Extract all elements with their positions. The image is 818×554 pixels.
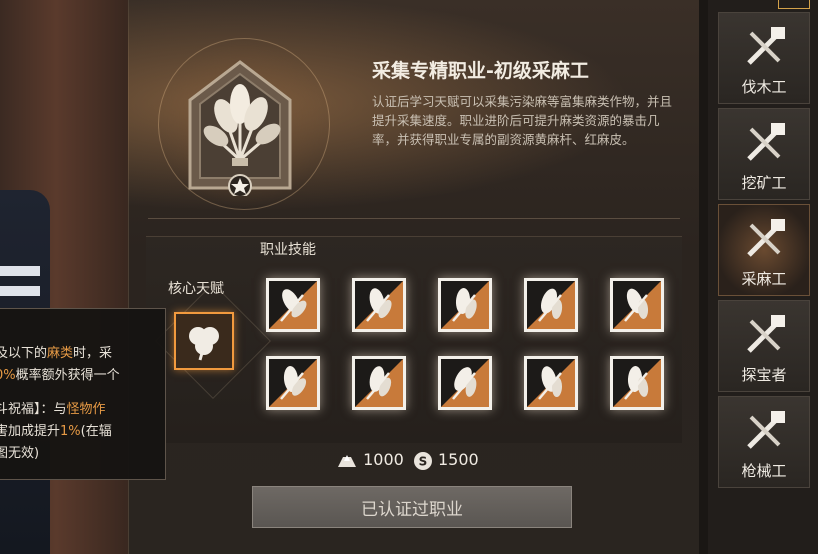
talent-tooltip: 及以下的麻类时，采 0%概率额外获得一个 斗祝福】：与怪物作 害加成提升1%(在… xyxy=(0,308,166,480)
hemp-leaf-up-icon xyxy=(441,281,489,329)
sidebar-item-3[interactable]: 采麻工 xyxy=(718,204,810,296)
sidebar-item-label: 采麻工 xyxy=(741,270,787,288)
jacket-stripe xyxy=(0,286,40,296)
hemp-sickle-icon xyxy=(269,281,317,329)
skill-tile[interactable] xyxy=(610,278,664,332)
skill-tile[interactable] xyxy=(352,278,406,332)
flower-up-icon xyxy=(527,281,575,329)
skill-tile[interactable] xyxy=(266,356,320,410)
tooltip-line: 0%概率额外获得一个 xyxy=(0,368,120,383)
skill-tile[interactable] xyxy=(610,356,664,410)
skill-tile[interactable] xyxy=(266,278,320,332)
certification-cost: 1000 S 1500 xyxy=(336,450,479,471)
sidebar-item-label: 伐木工 xyxy=(741,78,787,96)
cost-amount-b: 1500 xyxy=(438,450,479,469)
hand-reed-icon xyxy=(613,281,661,329)
sidebar-item-4[interactable]: 探宝者 xyxy=(718,300,810,392)
ingot-icon xyxy=(338,454,356,467)
sidebar-item-label: 挖矿工 xyxy=(741,174,787,192)
sidebar-item-label: 枪械工 xyxy=(741,462,787,480)
certified-button[interactable]: 已认证过职业 xyxy=(252,486,572,528)
crossed-sickle-icon xyxy=(355,359,403,407)
jacket-stripe xyxy=(0,266,40,276)
core-talent-slot[interactable] xyxy=(174,312,234,370)
sidebar-item-label: 探宝者 xyxy=(741,366,787,384)
cost-amount-a: 1000 xyxy=(363,450,404,469)
hemp-profession-emblem-icon xyxy=(186,60,294,198)
skill-tile[interactable] xyxy=(438,278,492,332)
hand-leaf-icon xyxy=(269,359,317,407)
tooltip-line: 图无效) xyxy=(0,446,40,461)
hemp-bundle-icon xyxy=(747,219,785,257)
wrench-gun-icon xyxy=(747,411,785,449)
silver-coin-icon: S xyxy=(413,451,432,470)
tooltip-line: 害加成提升1%(在辐 xyxy=(0,424,112,439)
sidebar-top-tag xyxy=(778,0,810,9)
hemp-leaf-burst-icon xyxy=(441,359,489,407)
sidebar-item-2[interactable]: 挖矿工 xyxy=(718,108,810,200)
sidebar-item-1[interactable]: 伐木工 xyxy=(718,12,810,104)
skills-heading: 职业技能 xyxy=(260,242,316,258)
magnifier-scanner-icon xyxy=(747,315,785,353)
profession-title: 采集专精职业-初级采麻工 xyxy=(372,60,589,82)
skill-tile[interactable] xyxy=(524,356,578,410)
skill-tile[interactable] xyxy=(352,356,406,410)
grain-pile-icon xyxy=(613,359,661,407)
certified-button-label: 已认证过职业 xyxy=(361,499,463,520)
sidebar-item-5[interactable]: 枪械工 xyxy=(718,396,810,488)
skill-tile[interactable] xyxy=(524,278,578,332)
tooltip-line: 及以下的麻类时，采 xyxy=(0,346,113,361)
hemp-blade-icon xyxy=(355,281,403,329)
svg-text:S: S xyxy=(419,454,428,468)
axe-saw-icon xyxy=(747,27,785,65)
clover-icon xyxy=(189,327,219,361)
vine-flower-icon xyxy=(527,359,575,407)
skill-tile[interactable] xyxy=(438,356,492,410)
tooltip-line: 斗祝福】：与怪物作 xyxy=(0,402,106,417)
section-divider xyxy=(148,218,680,219)
profession-description: 认证后学习天赋可以采集污染麻等富集麻类作物，并且提升采集速度。职业进阶后可提升麻… xyxy=(372,94,673,147)
pickaxe-icon xyxy=(747,123,785,161)
